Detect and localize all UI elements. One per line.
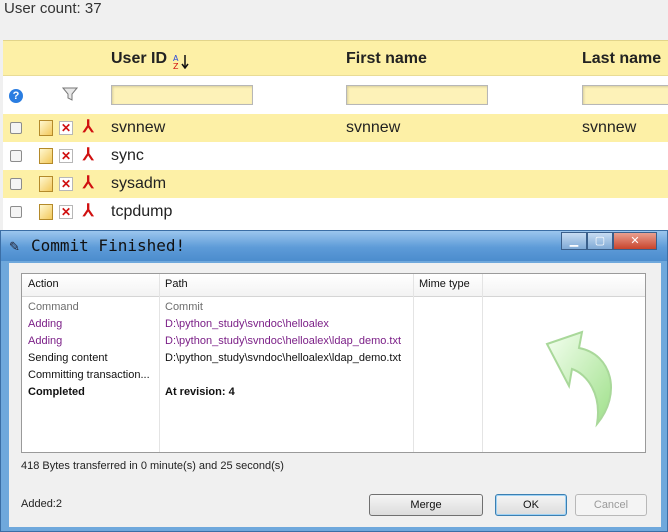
col-header-first-name[interactable]: First name bbox=[346, 50, 427, 68]
table-row: ✕ ⅄ sync bbox=[3, 142, 668, 170]
edit-icon[interactable] bbox=[39, 176, 53, 192]
filter-first-name-input[interactable] bbox=[346, 85, 488, 105]
table-row: ✕ ⅄ sysadm bbox=[3, 170, 668, 198]
cell-user-id[interactable]: sync bbox=[111, 147, 144, 165]
row-checkbox[interactable] bbox=[10, 150, 22, 162]
dialog-title: Commit Finished! bbox=[31, 236, 186, 255]
commit-log-list[interactable]: Action Path Mime type Command Commit Add… bbox=[21, 273, 646, 453]
filter-row bbox=[3, 76, 668, 114]
cell-user-id[interactable]: sysadm bbox=[111, 175, 166, 193]
transfer-status: 418 Bytes transferred in 0 minute(s) and… bbox=[21, 460, 284, 472]
pdf-icon[interactable]: ⅄ bbox=[83, 174, 93, 192]
item-action: Command bbox=[28, 301, 79, 313]
item-action: Committing transaction... bbox=[28, 369, 150, 381]
item-action: Completed bbox=[28, 386, 85, 398]
sort-az-icon[interactable]: A Z bbox=[173, 53, 189, 69]
delete-icon[interactable]: ✕ bbox=[59, 205, 73, 219]
help-icon[interactable]: ? bbox=[9, 89, 23, 103]
filter-last-name-input[interactable] bbox=[582, 85, 668, 105]
col-action[interactable]: Action bbox=[28, 278, 59, 290]
dialog-titlebar[interactable]: ✎ Commit Finished! ▁ ▢ ✕ bbox=[1, 231, 667, 261]
minimize-button[interactable]: ▁ bbox=[561, 232, 587, 250]
col-header-last-name[interactable]: Last name bbox=[582, 50, 661, 68]
row-checkbox[interactable] bbox=[10, 122, 22, 134]
col-path[interactable]: Path bbox=[165, 278, 188, 290]
pdf-icon[interactable]: ⅄ bbox=[83, 118, 93, 136]
merge-button-label: Merge bbox=[410, 499, 442, 511]
maximize-button[interactable]: ▢ bbox=[587, 232, 613, 250]
merge-button[interactable]: Merge bbox=[369, 494, 483, 516]
svg-text:Z: Z bbox=[173, 62, 179, 69]
tortoise-app-icon: ✎ bbox=[9, 239, 20, 254]
item-path: At revision: 4 bbox=[165, 386, 235, 398]
dialog-client-area: Action Path Mime type Command Commit Add… bbox=[9, 263, 661, 527]
grid-header: User ID A Z First name Last name bbox=[3, 41, 668, 76]
list-item[interactable]: Command Commit bbox=[22, 299, 645, 316]
pdf-icon[interactable]: ⅄ bbox=[83, 146, 93, 164]
col-header-user-id[interactable]: User ID bbox=[111, 50, 167, 68]
item-action: Adding bbox=[28, 335, 63, 347]
commit-arrow-icon bbox=[545, 330, 612, 428]
cancel-button[interactable]: Cancel bbox=[575, 494, 647, 516]
ok-button[interactable]: OK bbox=[495, 494, 567, 516]
cell-user-id[interactable]: svnnew bbox=[111, 119, 165, 137]
ok-button-label: OK bbox=[523, 499, 539, 511]
table-row: ✕ ⅄ svnnew svnnew svnnew bbox=[3, 114, 668, 142]
commit-finished-dialog: ✎ Commit Finished! ▁ ▢ ✕ Action Path Mim… bbox=[0, 230, 668, 532]
user-grid: User ID A Z First name Last name ? ✕ ⅄ s… bbox=[3, 40, 668, 231]
col-mime-type[interactable]: Mime type bbox=[419, 278, 470, 290]
filter-user-id-input[interactable] bbox=[111, 85, 253, 105]
edit-icon[interactable] bbox=[39, 148, 53, 164]
item-action: Adding bbox=[28, 318, 63, 330]
table-row: ✕ ⅄ tcpdump bbox=[3, 198, 668, 226]
item-path: D:\python_study\svndoc\helloalex bbox=[165, 318, 329, 330]
cell-user-id[interactable]: tcpdump bbox=[111, 203, 172, 221]
user-count-label: User count: 37 bbox=[4, 0, 102, 17]
item-path: Commit bbox=[165, 301, 203, 313]
added-status: Added:2 bbox=[21, 498, 62, 510]
close-button[interactable]: ✕ bbox=[613, 232, 657, 250]
item-path: D:\python_study\svndoc\helloalex\ldap_de… bbox=[165, 352, 402, 364]
delete-icon[interactable]: ✕ bbox=[59, 149, 73, 163]
delete-icon[interactable]: ✕ bbox=[59, 177, 73, 191]
edit-icon[interactable] bbox=[39, 204, 53, 220]
cell-last-name: svnnew bbox=[582, 119, 637, 136]
row-checkbox[interactable] bbox=[10, 178, 22, 190]
pdf-icon[interactable]: ⅄ bbox=[83, 202, 93, 220]
item-path: D:\python_study\svndoc\helloalex\ldap_de… bbox=[165, 335, 402, 347]
cancel-button-label: Cancel bbox=[593, 499, 629, 511]
edit-icon[interactable] bbox=[39, 120, 53, 136]
delete-icon[interactable]: ✕ bbox=[59, 121, 73, 135]
cell-first-name: svnnew bbox=[346, 119, 401, 136]
row-checkbox[interactable] bbox=[10, 206, 22, 218]
list-header: Action Path Mime type bbox=[22, 274, 645, 297]
item-action: Sending content bbox=[28, 352, 108, 364]
filter-funnel-icon[interactable] bbox=[62, 86, 78, 102]
